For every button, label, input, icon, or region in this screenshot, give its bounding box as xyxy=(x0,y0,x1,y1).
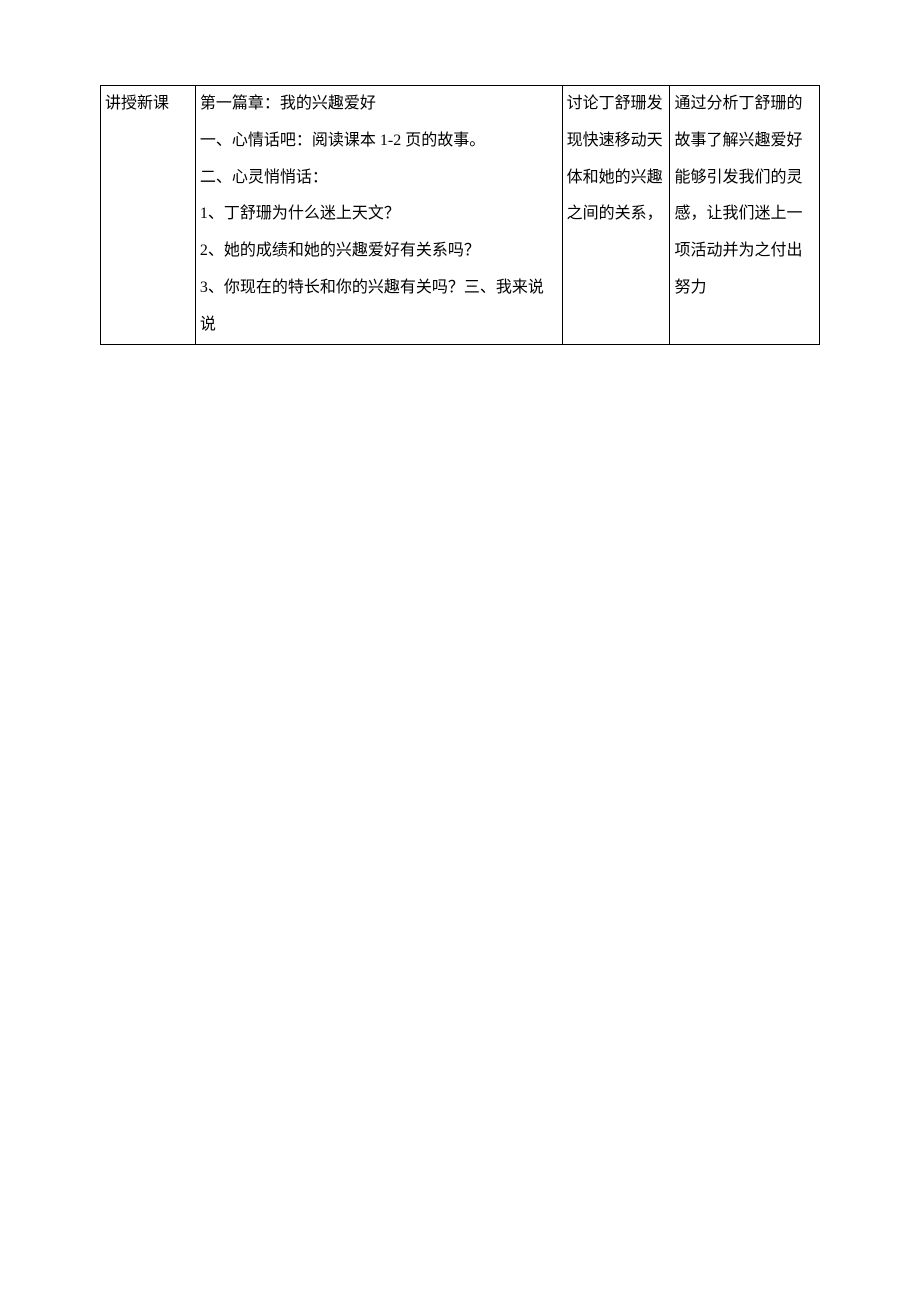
content-line-4: 1、丁舒珊为什么迷上天文？ xyxy=(200,196,558,233)
cell-content: 第一篇章：我的兴趣爱好 一、心情话吧：阅读课本 1-2 页的故事。 二、心灵悄悄… xyxy=(195,86,562,345)
content-line-1: 第一篇章：我的兴趣爱好 xyxy=(200,86,558,123)
cell-objective: 通过分析丁舒珊的故事了解兴趣爱好能够引发我们的灵感，让我们迷上一项活动并为之付出… xyxy=(670,86,820,345)
cell-section-title: 讲授新课 xyxy=(101,86,196,345)
content-line-5: 2、她的成绩和她的兴趣爱好有关系吗？ xyxy=(200,233,558,270)
content-line-3: 二、心灵悄悄话： xyxy=(200,160,558,197)
discussion-text: 讨论丁舒珊发现快速移动天体和她的兴趣之间的关系， xyxy=(567,95,663,222)
content-line-7: 说 xyxy=(200,307,558,344)
content-line-2: 一、心情话吧：阅读课本 1-2 页的故事。 xyxy=(200,123,558,160)
cell-discussion: 讨论丁舒珊发现快速移动天体和她的兴趣之间的关系， xyxy=(562,86,670,345)
table-row: 讲授新课 第一篇章：我的兴趣爱好 一、心情话吧：阅读课本 1-2 页的故事。 二… xyxy=(101,86,820,345)
objective-text: 通过分析丁舒珊的故事了解兴趣爱好能够引发我们的灵感，让我们迷上一项活动并为之付出… xyxy=(674,95,802,296)
lesson-plan-table: 讲授新课 第一篇章：我的兴趣爱好 一、心情话吧：阅读课本 1-2 页的故事。 二… xyxy=(100,85,820,345)
section-title-text: 讲授新课 xyxy=(105,95,169,112)
content-line-6: 3、你现在的特长和你的兴趣有关吗？三、我来说 xyxy=(200,270,558,307)
